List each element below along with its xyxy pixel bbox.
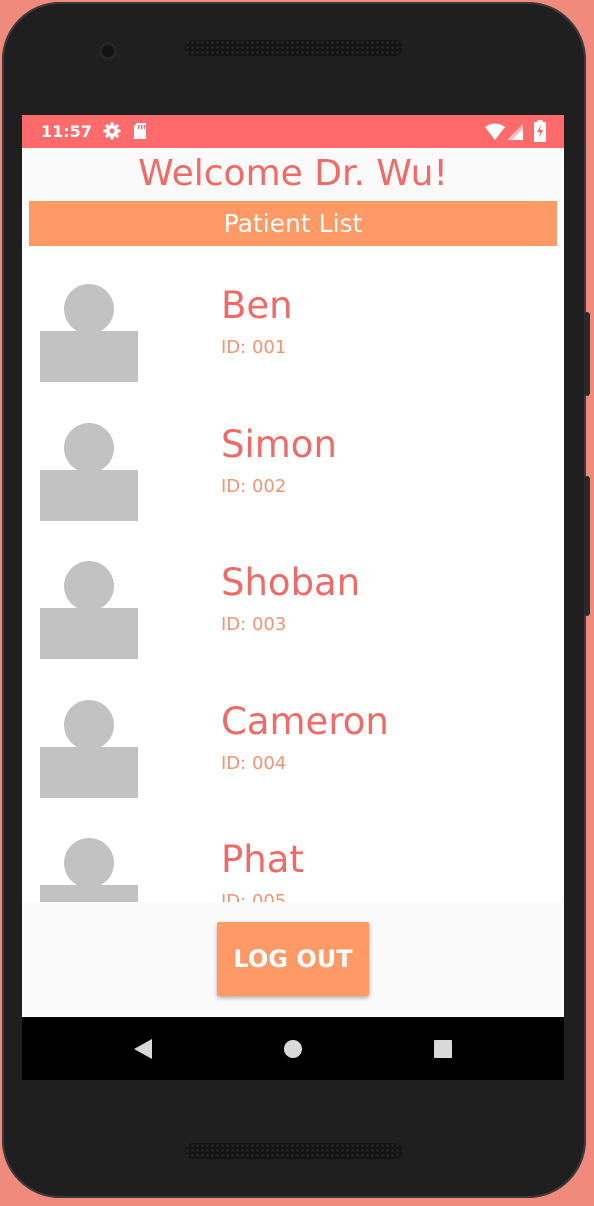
recents-icon[interactable] bbox=[429, 1035, 457, 1063]
back-icon[interactable] bbox=[129, 1035, 157, 1063]
patient-id: ID: 004 bbox=[221, 753, 287, 774]
welcome-title: Welcome Dr. Wu! bbox=[138, 153, 448, 194]
patient-name: Phat bbox=[221, 838, 304, 881]
bottom-speaker bbox=[185, 1143, 403, 1159]
avatar bbox=[40, 423, 138, 521]
patient-id: ID: 005 bbox=[221, 891, 287, 902]
volume-button bbox=[584, 312, 590, 396]
avatar bbox=[40, 284, 138, 382]
patient-list-title: Patient List bbox=[29, 201, 557, 246]
avatar bbox=[40, 838, 138, 902]
wifi-icon bbox=[484, 123, 506, 145]
patient-id: ID: 001 bbox=[221, 337, 287, 358]
patient-name: Simon bbox=[221, 423, 337, 466]
patient-id: ID: 003 bbox=[221, 614, 287, 635]
phone-frame: 11:57 Welcome Dr. Wu! Patient List Ben I… bbox=[2, 2, 590, 1198]
front-camera bbox=[99, 42, 117, 60]
home-icon[interactable] bbox=[279, 1035, 307, 1063]
avatar bbox=[40, 700, 138, 798]
patient-list[interactable]: Ben ID: 001 Simon ID: 002 Shoban ID: 003… bbox=[22, 246, 564, 902]
top-speaker bbox=[185, 40, 403, 56]
header: Welcome Dr. Wu! bbox=[22, 148, 564, 200]
patient-name: Ben bbox=[221, 284, 293, 327]
status-bar: 11:57 bbox=[22, 115, 564, 148]
patient-row[interactable]: Shoban ID: 003 bbox=[22, 523, 564, 661]
patient-name: Cameron bbox=[221, 700, 389, 743]
patient-name: Shoban bbox=[221, 561, 361, 604]
avatar bbox=[40, 561, 138, 659]
status-time: 11:57 bbox=[41, 122, 92, 141]
battery-icon bbox=[534, 120, 546, 146]
sd-card-icon bbox=[132, 121, 148, 145]
patient-row[interactable]: Cameron ID: 004 bbox=[22, 662, 564, 800]
navigation-bar bbox=[22, 1017, 564, 1080]
power-button bbox=[584, 476, 590, 616]
logout-button[interactable]: LOG OUT bbox=[217, 922, 369, 996]
footer: LOG OUT bbox=[22, 902, 564, 1017]
app-screen: 11:57 Welcome Dr. Wu! Patient List Ben I… bbox=[22, 115, 564, 1080]
patient-row[interactable]: Simon ID: 002 bbox=[22, 385, 564, 523]
signal-icon bbox=[506, 123, 524, 145]
patient-row[interactable]: Ben ID: 001 bbox=[22, 246, 564, 384]
patient-id: ID: 002 bbox=[221, 476, 287, 497]
patient-row[interactable]: Phat ID: 005 bbox=[22, 800, 564, 902]
gear-icon bbox=[102, 121, 122, 145]
